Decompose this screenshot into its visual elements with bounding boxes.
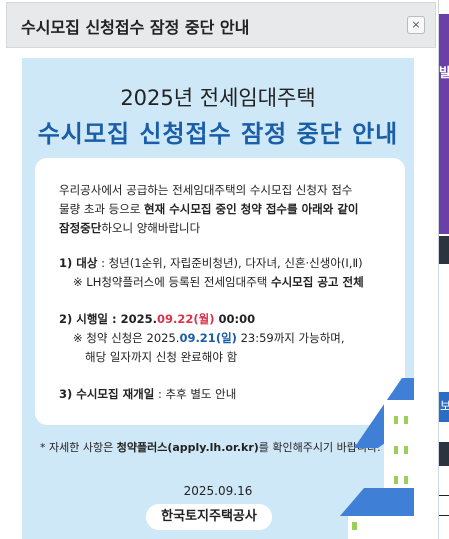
item-effective-note2: 해당 일자까지 신청 완료해야 함 (85, 350, 238, 364)
item-target: 1) 대상 : 청년(1순위, 자립준비청년), 다자녀, 신혼·신생아(Ⅰ,Ⅱ… (59, 256, 363, 270)
close-button[interactable]: × (407, 16, 425, 34)
footnote: * 자세한 사항은 청약플러스(apply.lh.or.kr)를 확인해주시기 … (40, 441, 381, 454)
intro-line3: 잠정중단하오니 양해바랍니다 (59, 221, 201, 235)
background-snippet: 발 (439, 66, 449, 81)
notice-image: 2025년 전세임대주택 수시모집 신청접수 잠정 중단 안내 우리공사에서 공… (22, 58, 414, 539)
item-target-note: ※ LH청약플러스에 등록된 전세임대주택 수시모집 공고 전체 (73, 275, 364, 289)
background-divider (439, 495, 449, 496)
item-resume-date: 3) 수시모집 재개일 : 추후 별도 안내 (59, 387, 237, 401)
notice-title-line2: 수시모집 신청접수 잠정 중단 안내 (37, 120, 399, 148)
item-effective-note1: ※ 청약 신청은 2025.09.21(일) 23:59까지 가능하며, (73, 331, 345, 345)
close-icon: × (411, 18, 421, 31)
popup-header: 수시모집 신청접수 잠정 중단 안내 × (6, 2, 436, 48)
popup-title: 수시모집 신청접수 잠정 중단 안내 (21, 18, 250, 37)
building-illustration (340, 378, 414, 539)
background-divider (439, 515, 449, 516)
notice-popup: 수시모집 신청접수 잠정 중단 안내 × 2025년 전세임대주택 수시모집 신… (0, 0, 439, 539)
intro-line1: 우리공사에서 공급하는 전세임대주택의 수시모집 신청자 접수 (59, 183, 353, 197)
notice-title-line1: 2025년 전세임대주택 (120, 86, 316, 110)
intro-line2: 물량 초과 등으로 현재 수시모집 중인 청약 접수를 아래와 같이 (59, 202, 359, 216)
item-effective-date: 2) 시행일 : 2025.09.22(월) 00:00 (59, 312, 256, 326)
organization-name: 한국토지주택공사 (146, 504, 272, 530)
notice-date: 2025.09.16 (183, 484, 253, 498)
